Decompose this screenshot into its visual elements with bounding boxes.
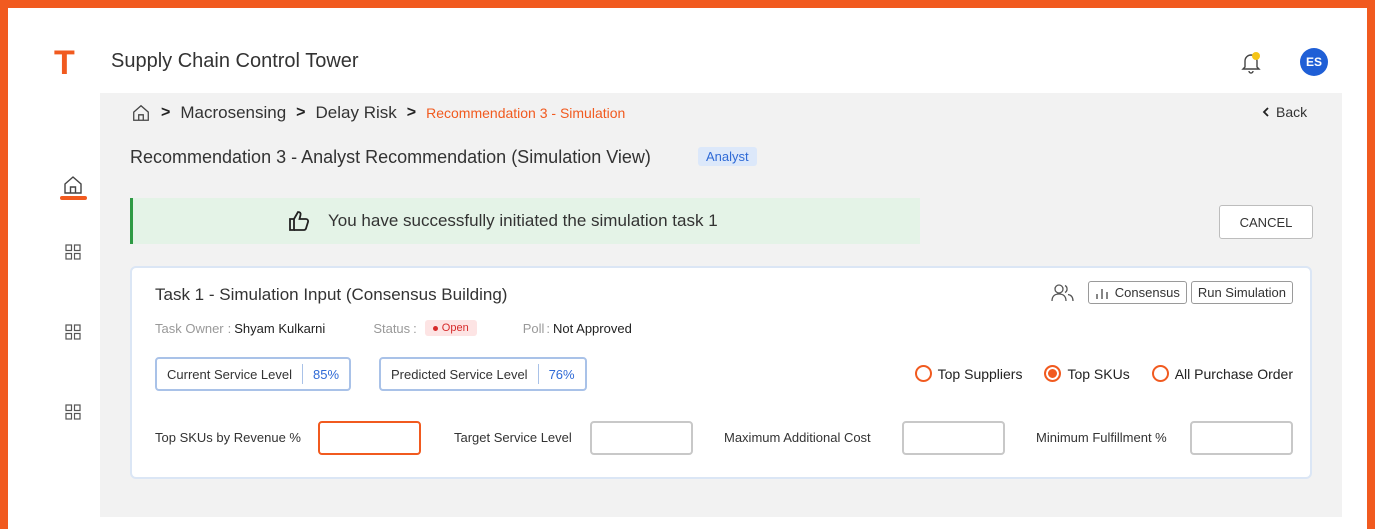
radio-label: Top SKUs xyxy=(1067,365,1130,382)
role-badge: Analyst xyxy=(698,147,757,166)
radio-button-selected[interactable] xyxy=(1044,365,1062,382)
back-label: Back xyxy=(1276,104,1308,120)
consensus-button[interactable]: Consensus xyxy=(1087,281,1187,304)
predicted-level-value: 76% xyxy=(548,366,575,382)
status-value: Open xyxy=(441,322,469,334)
current-service-level: Current Service Level 85% xyxy=(155,357,352,391)
bell-icon[interactable] xyxy=(1240,50,1262,74)
current-level-value: 85% xyxy=(313,366,340,382)
scope-radio-group: Top Suppliers Top SKUs All Purchase Orde… xyxy=(914,365,1293,382)
poll-label: Poll xyxy=(522,320,545,336)
breadcrumb-current: Recommendation 3 - Simulation xyxy=(426,105,626,121)
predicted-service-level: Predicted Service Level 76% xyxy=(379,357,587,391)
breadcrumb-separator: > xyxy=(296,104,306,121)
alert-message: You have successfully initiated the simu… xyxy=(328,211,718,230)
breadcrumb-separator: > xyxy=(406,104,417,121)
radio-top-suppliers[interactable]: Top Suppliers xyxy=(914,365,1023,382)
owner-value: Shyam Kulkarni xyxy=(234,320,326,336)
current-level-label: Current Service Level xyxy=(167,366,292,382)
radio-button[interactable] xyxy=(1151,365,1169,382)
min-fulfillment-label: Minimum Fulfillment % xyxy=(1036,430,1167,445)
grid-icon[interactable] xyxy=(62,241,84,263)
radio-top-skus[interactable]: Top SKUs xyxy=(1044,365,1130,382)
radio-all-purchase-order[interactable]: All Purchase Order xyxy=(1151,365,1293,382)
page-title: Recommendation 3 - Analyst Recommendatio… xyxy=(130,147,651,167)
poll-value: Not Approved xyxy=(553,320,632,336)
radio-label: All Purchase Order xyxy=(1174,365,1293,382)
breadcrumb: > Macrosensing > Delay Risk > Recommenda… xyxy=(131,100,625,126)
target-service-level-input[interactable] xyxy=(590,421,693,455)
task-card: Task 1 - Simulation Input (Consensus Bui… xyxy=(130,266,1312,479)
success-alert: You have successfully initiated the simu… xyxy=(130,198,920,244)
grid-icon[interactable] xyxy=(62,401,84,423)
status-label: Status xyxy=(373,320,411,336)
avatar[interactable]: ES xyxy=(1300,48,1328,76)
top-skus-revenue-label: Top SKUs by Revenue % xyxy=(155,430,301,445)
breadcrumb-item-macrosensing[interactable]: Macrosensing xyxy=(180,103,286,123)
people-icon[interactable] xyxy=(1050,282,1076,304)
back-button[interactable]: Back xyxy=(1262,104,1307,120)
notification-dot xyxy=(1252,52,1260,60)
bar-chart-icon xyxy=(1096,288,1108,299)
app-logo[interactable]: T xyxy=(54,44,75,83)
radio-button[interactable] xyxy=(914,365,932,382)
owner-label: Task Owner xyxy=(155,320,224,336)
task-meta: Task Owner : Shyam Kulkarni Status : Ope… xyxy=(155,320,632,336)
grid-icon[interactable] xyxy=(62,321,84,343)
status-badge: Open xyxy=(424,320,477,336)
task-title: Task 1 - Simulation Input (Consensus Bui… xyxy=(155,285,508,304)
max-additional-cost-label: Maximum Additional Cost xyxy=(724,430,871,445)
max-additional-cost-input[interactable] xyxy=(902,421,1005,455)
thumbs-up-icon xyxy=(289,211,310,231)
breadcrumb-separator: > xyxy=(161,104,171,121)
min-fulfillment-input[interactable] xyxy=(1190,421,1293,455)
status-dot xyxy=(432,325,438,331)
top-skus-revenue-input[interactable] xyxy=(318,421,421,455)
run-simulation-button[interactable]: Run Simulation xyxy=(1190,281,1293,304)
target-service-level-label: Target Service Level xyxy=(454,430,572,445)
consensus-label: Consensus xyxy=(1114,285,1180,300)
predicted-level-label: Predicted Service Level xyxy=(391,366,528,382)
home-icon[interactable] xyxy=(62,174,84,196)
sidebar-active-indicator xyxy=(60,196,87,200)
breadcrumb-home-icon[interactable] xyxy=(131,103,151,123)
task-actions: Consensus Run Simulation xyxy=(1050,281,1293,304)
app-title: Supply Chain Control Tower xyxy=(111,50,359,72)
breadcrumb-item-delay-risk[interactable]: Delay Risk xyxy=(316,103,397,123)
chevron-left-icon xyxy=(1262,107,1269,117)
cancel-button[interactable]: CANCEL xyxy=(1219,205,1313,239)
radio-label: Top Suppliers xyxy=(937,365,1023,382)
